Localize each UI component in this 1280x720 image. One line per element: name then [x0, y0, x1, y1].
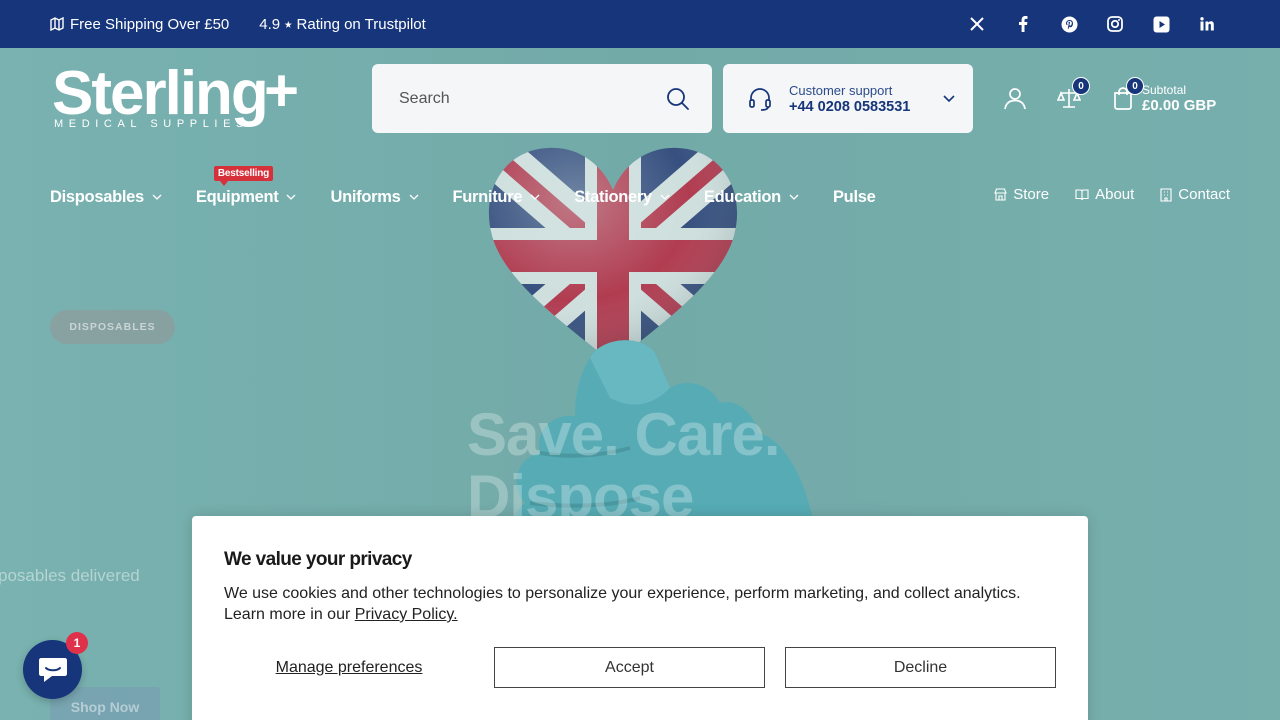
main-nav: Disposables Bestselling Equipment Unifor… — [50, 165, 910, 211]
headset-icon — [749, 87, 771, 111]
nav-label: Pulse — [832, 187, 876, 206]
nav-label: Uniforms — [330, 187, 401, 206]
shipping-text: Free Shipping Over £50 — [70, 15, 230, 33]
nav-label: Disposables — [50, 187, 144, 206]
chevron-down-icon — [152, 194, 162, 200]
chat-unread-badge: 1 — [66, 632, 88, 654]
nav-link-label: Store — [1013, 186, 1050, 203]
logo-tagline: MEDICAL SUPPLIES — [54, 118, 249, 130]
nav-link-contact[interactable]: Contact — [1160, 186, 1230, 203]
announcement-bar: Free Shipping Over £50 4.9 ⭑ Rating on T… — [0, 0, 1280, 48]
cookie-actions: Manage preferences Accept Decline — [224, 647, 1056, 688]
store-icon — [994, 188, 1008, 201]
chevron-down-icon — [287, 194, 296, 200]
nav-label: Stationery — [574, 187, 652, 206]
logo[interactable]: Sterling + MEDICAL SUPPLIES — [52, 57, 302, 134]
facebook-icon[interactable] — [1000, 0, 1046, 48]
cart-subtotal[interactable]: Subtotal £0.00 GBP — [1142, 83, 1216, 113]
compare-button[interactable]: 0 — [1054, 77, 1090, 113]
chevron-down-icon — [530, 194, 540, 200]
secondary-nav: Store About Contact — [968, 186, 1230, 203]
nav-label: Education — [703, 187, 781, 206]
nav-link-about[interactable]: About — [1075, 186, 1134, 203]
youtube-icon[interactable] — [1138, 0, 1184, 48]
nav-item-equipment[interactable]: Bestselling Equipment — [195, 165, 297, 207]
cookie-title: We value your privacy — [224, 549, 412, 570]
logo-plus: + — [264, 57, 300, 124]
x-icon[interactable] — [954, 0, 1000, 48]
nav-label: Equipment — [195, 187, 279, 206]
linkedin-icon[interactable] — [1184, 0, 1230, 48]
nav-item-pulse[interactable]: Pulse — [833, 188, 876, 207]
chevron-down-icon — [409, 194, 418, 200]
chevron-down-icon — [943, 94, 955, 102]
nav-link-label: Contact — [1178, 186, 1230, 203]
customer-support-dropdown[interactable]: Customer support +44 0208 0583531 — [723, 64, 973, 133]
nav-label: Furniture — [452, 187, 523, 206]
nav-item-education[interactable]: Education — [704, 188, 799, 207]
cart-button[interactable]: 0 — [1108, 77, 1144, 113]
hero-headline-line-1: Save. Care. — [467, 401, 781, 468]
rating-text: 4.9 ⭑ Rating on Trustpilot — [259, 15, 426, 33]
cookie-text: We use cookies and other technologies to… — [224, 585, 1021, 623]
building-icon — [1160, 187, 1172, 202]
compare-count-badge: 0 — [1072, 77, 1090, 95]
user-icon — [1004, 88, 1026, 110]
cart-count-badge: 0 — [1126, 77, 1144, 95]
subtotal-value: £0.00 GBP — [1142, 97, 1217, 114]
nav-item-stationery[interactable]: Stationery — [574, 188, 670, 207]
manage-preferences-button[interactable]: Manage preferences — [224, 647, 474, 688]
support-label: Customer support — [789, 82, 893, 98]
bestselling-badge: Bestselling — [213, 165, 274, 186]
chevron-down-icon — [660, 194, 670, 200]
map-icon — [50, 17, 64, 31]
nav-link-store[interactable]: Store — [994, 186, 1049, 203]
instagram-icon[interactable] — [1092, 0, 1138, 48]
support-phone[interactable]: +44 0208 0583531 — [789, 99, 910, 115]
nav-item-uniforms[interactable]: Uniforms — [330, 188, 418, 207]
chat-bubble-icon — [38, 657, 67, 682]
nav-item-disposables[interactable]: Disposables — [50, 188, 162, 207]
social-links — [954, 0, 1230, 48]
privacy-policy-link[interactable]: Privacy Policy. — [355, 606, 458, 623]
hero-subline: posables delivered — [0, 566, 140, 585]
decline-button[interactable]: Decline — [785, 647, 1056, 688]
nav-item-furniture[interactable]: Furniture — [453, 188, 541, 207]
cookie-consent-banner: We value your privacy We use cookies and… — [192, 516, 1088, 720]
hero-category-tag: DISPOSABLES — [50, 310, 175, 344]
rating-message: 4.9 ⭑ Rating on Trustpilot — [259, 16, 426, 33]
nav-link-label: About — [1095, 186, 1135, 203]
search-icon[interactable] — [666, 87, 690, 111]
pinterest-icon[interactable] — [1046, 0, 1092, 48]
search-box — [372, 64, 712, 133]
book-icon — [1075, 188, 1089, 200]
chevron-down-icon — [789, 194, 799, 200]
accept-button[interactable]: Accept — [494, 647, 765, 688]
header-actions: 0 0 Subtotal £0.00 GBP — [1000, 77, 1216, 116]
shipping-message: Free Shipping Over £50 — [50, 16, 229, 33]
cookie-description: We use cookies and other technologies to… — [224, 583, 1056, 625]
search-input[interactable] — [399, 89, 666, 108]
subtotal-label: Subtotal — [1142, 83, 1187, 97]
hero-headline: Save. Care. Dispose — [467, 401, 781, 528]
account-button[interactable] — [1000, 83, 1030, 113]
